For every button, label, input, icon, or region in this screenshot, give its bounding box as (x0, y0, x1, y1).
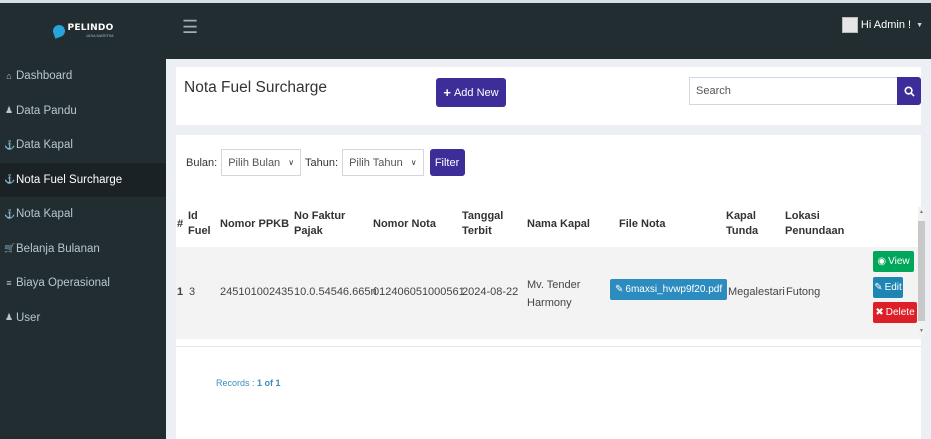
sidebar-item-belanja-bulanan[interactable]: 🛒 Belanja Bulanan (0, 232, 166, 267)
paperclip-icon: ✎ (615, 284, 624, 295)
col-header-id-fuel: Id Fuel (188, 210, 211, 237)
sidebar-item-label: Dashboard (16, 70, 73, 83)
home-icon: ⌂ (6, 71, 12, 82)
data-table: # Id Fuel Nomor PPKB No Faktur Pajak Nom… (176, 201, 921, 347)
bulan-select[interactable]: Pilih Bulan ∨ (221, 149, 302, 176)
bulan-value: Pilih Bulan (228, 156, 281, 169)
col-header-nomor-nota: Nomor Nota (373, 218, 436, 230)
search-button[interactable] (897, 77, 921, 105)
logo-name: PELINDO (67, 23, 114, 33)
delete-label: Delete (885, 307, 915, 318)
logo-subtext: JASA MARITIM (85, 33, 114, 38)
cell-kapal-tunda: Megalestari (728, 286, 785, 298)
col-header-tanggal-terbit: Tanggal Terbit (462, 210, 504, 237)
logo-swoosh-icon (50, 23, 67, 39)
col-header-no: # (177, 218, 184, 230)
cell-nama-kapal: Mv. Tender Harmony (527, 279, 581, 309)
avatar (841, 17, 858, 33)
plus-icon: + (443, 85, 451, 100)
main-content: Nota Fuel Surcharge + Add New Bulan: Pil… (166, 59, 931, 439)
file-nota-link[interactable]: ✎ 6maxsi_hvwp9f20.pdf (610, 279, 728, 300)
database-icon: ≡ (6, 278, 12, 289)
sidebar-item-nota-fuel-surcharge[interactable]: ⚓ Nota Fuel Surcharge (0, 162, 166, 197)
cell-nomor-nota: 012406051000561 (373, 286, 465, 298)
add-new-button[interactable]: + Add New (436, 78, 506, 107)
col-header-kapal-tunda: Kapal Tunda (726, 210, 759, 237)
top-navbar: PELINDO JASA MARITIM ☰ Hi Admin ! ▼ (0, 0, 931, 59)
sidebar-item-label: Nota Kapal (16, 208, 73, 221)
page-header-box: Nota Fuel Surcharge + Add New (176, 67, 921, 125)
page-title: Nota Fuel Surcharge (184, 79, 328, 96)
ship-icon: ⚓ (4, 139, 16, 150)
sidebar-item-user[interactable]: ♟ User (0, 301, 166, 336)
col-header-lokasi-penundaan: Lokasi Penundaan (785, 210, 845, 237)
records-info: Records : 1 of 1 (216, 378, 281, 388)
scroll-up-icon[interactable]: ▲ (919, 209, 924, 215)
menu-toggle-icon[interactable]: ☰ (182, 17, 198, 37)
close-icon: ✖ (875, 307, 884, 318)
tahun-value: Pilih Tahun (349, 156, 403, 169)
sidebar-item-data-kapal[interactable]: ⚓ Data Kapal (0, 128, 166, 163)
table-header: # Id Fuel Nomor PPKB No Faktur Pajak Nom… (176, 201, 921, 246)
admin-label: Hi Admin ! (860, 19, 912, 31)
cell-no-faktur-pajak: 10.0.54546.665ri (294, 286, 377, 298)
chevron-down-icon: ∨ (288, 158, 295, 167)
view-button[interactable]: ◉ View (873, 251, 914, 272)
col-header-file-nota: File Nota (619, 218, 666, 230)
search-input[interactable] (689, 77, 898, 105)
scroll-down-icon[interactable]: ▼ (919, 328, 924, 334)
edit-label: Edit (884, 282, 902, 293)
sidebar-item-data-pandu[interactable]: ♟ Data Pandu (0, 94, 166, 129)
cart-icon: 🛒 (4, 243, 16, 254)
brand-logo[interactable]: PELINDO JASA MARITIM (0, 3, 166, 59)
sidebar-item-dashboard[interactable]: ⌂ Dashboard (0, 59, 166, 94)
cell-nomor-ppkb: 245101002435 (220, 286, 294, 298)
sidebar-item-label: User (16, 311, 41, 324)
tahun-label: Tahun: (305, 156, 339, 169)
user-icon: ♟ (4, 312, 14, 323)
cell-no: 1 (177, 286, 184, 298)
sidebar-item-label: Data Pandu (16, 104, 77, 117)
table-scrollbar[interactable]: ▲ ▼ (918, 207, 925, 336)
admin-menu[interactable]: Hi Admin ! ▼ (841, 17, 923, 33)
cell-tanggal-terbit: 2024-08-22 (462, 286, 519, 298)
file-nota-label: 6maxsi_hvwp9f20.pdf (625, 284, 723, 295)
eye-icon: ◉ (877, 256, 887, 267)
filter-row: Bulan: Pilih Bulan ∨ Tahun: Pilih Tahun … (186, 149, 465, 176)
sidebar-item-biaya-operasional[interactable]: ≡ Biaya Operasional (0, 266, 166, 301)
users-icon: ♟ (4, 105, 14, 116)
sidebar-item-nota-kapal[interactable]: ⚓ Nota Kapal (0, 197, 166, 232)
sidebar-item-label: Data Kapal (16, 139, 73, 152)
cell-id-fuel: 3 (189, 286, 196, 298)
anchor-icon: ⚓ (4, 174, 16, 185)
records-value: 1 of 1 (257, 378, 281, 388)
records-label: Records : (216, 378, 255, 388)
ship-icon: ⚓ (4, 208, 16, 219)
add-new-label: Add New (453, 86, 499, 99)
edit-icon: ✎ (874, 282, 883, 293)
edit-button[interactable]: ✎ Edit (873, 277, 903, 298)
filter-button[interactable]: Filter (429, 149, 465, 176)
col-header-nama-kapal: Nama Kapal (527, 218, 590, 230)
col-header-nomor-ppkb: Nomor PPKB (220, 218, 290, 230)
sidebar: ⌂ Dashboard ♟ Data Pandu ⚓ Data Kapal ⚓ … (0, 59, 166, 439)
col-header-no-faktur-pajak: No Faktur Pajak (294, 210, 346, 237)
delete-button[interactable]: ✖ Delete (873, 302, 917, 323)
tahun-select[interactable]: Pilih Tahun ∨ (342, 149, 424, 176)
view-label: View (888, 256, 910, 267)
caret-down-icon: ▼ (916, 21, 923, 29)
search-icon (903, 85, 915, 97)
table-row: 1 3 245101002435 10.0.54546.665ri 012406… (176, 247, 921, 339)
scrollbar-thumb[interactable] (918, 221, 925, 321)
sidebar-item-label: Belanja Bulanan (16, 242, 100, 255)
cell-lokasi-penundaan: Futong (786, 286, 821, 298)
sidebar-item-label: Biaya Operasional (16, 277, 110, 290)
bulan-label: Bulan: (186, 156, 218, 169)
table-divider (176, 346, 921, 347)
table-box: Bulan: Pilih Bulan ∨ Tahun: Pilih Tahun … (176, 135, 925, 439)
sidebar-item-label: Nota Fuel Surcharge (16, 173, 123, 186)
chevron-down-icon: ∨ (410, 158, 417, 167)
